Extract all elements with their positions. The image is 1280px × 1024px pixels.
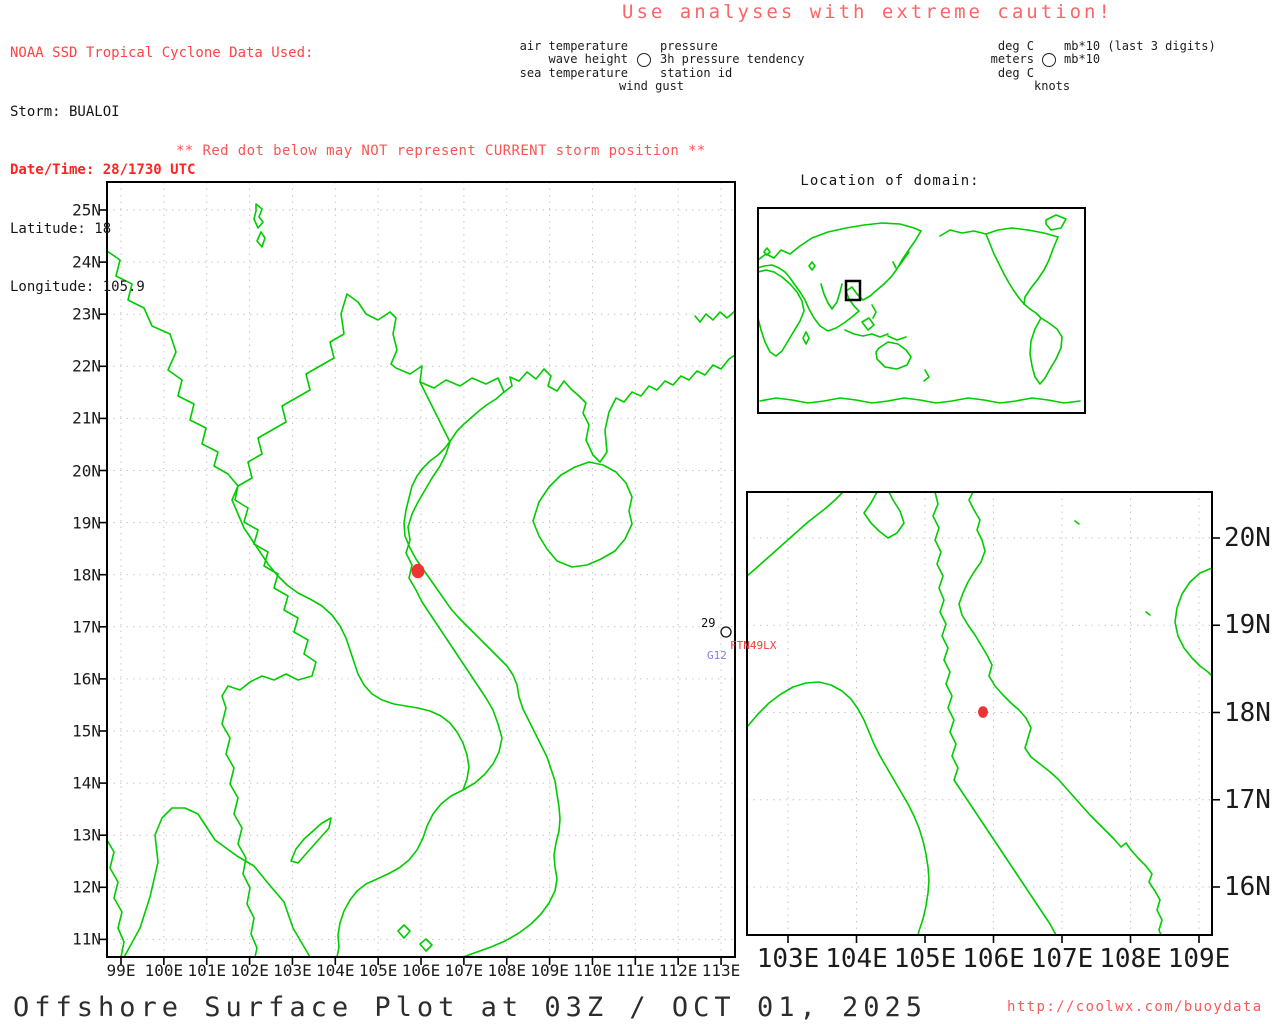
zoom-map-y-tick-label: 18N	[1224, 698, 1271, 728]
station-air-temperature-value: 29	[701, 616, 715, 630]
main-map-x-tick-label: 106E	[402, 961, 441, 980]
legend-sea-units: deg C	[988, 67, 1034, 80]
source-url[interactable]: http://coolwx.com/buoydata	[1007, 999, 1263, 1015]
main-map-y-tick-label: 20N	[72, 461, 101, 480]
zoom-map-x-tick-label: 103E	[757, 944, 820, 974]
noaa-data-line: NOAA SSD Tropical Cyclone Data Used:	[10, 44, 313, 64]
main-map-x-tick-label: 102E	[230, 961, 269, 980]
main-map-x-tick-label: 111E	[616, 961, 655, 980]
storm-latitude-line: Latitude: 18	[10, 220, 313, 240]
inset-map-title: Location of domain:	[800, 173, 979, 189]
main-map-y-tick-label: 18N	[72, 565, 101, 584]
main-map-x-tick-label: 113E	[702, 961, 741, 980]
main-map-x-tick-label: 110E	[573, 961, 612, 980]
legend-tendency-units: mb*10	[1064, 53, 1216, 67]
zoom-map-x-tick-label: 107E	[1031, 944, 1094, 974]
zoom-map-x-tick-label: 104E	[825, 944, 888, 974]
main-map-x-tick-label: 100E	[145, 961, 184, 980]
main-map-y-tick-label: 21N	[72, 409, 101, 428]
legend-gust-units-spacer	[1064, 67, 1216, 80]
main-map-x-tick-label: 99E	[107, 961, 136, 980]
main-map-x-tick-label: 107E	[445, 961, 484, 980]
main-map-x-tick-label: 103E	[273, 961, 312, 980]
main-map-x-tick-label: 101E	[187, 961, 226, 980]
station-circle-icon	[637, 53, 651, 67]
zoom-map-x-tick-label: 105E	[894, 944, 957, 974]
legend-wave-units: meters	[988, 53, 1034, 67]
zoom-map-y-tick-label: 17N	[1224, 785, 1271, 815]
legend-wave-height: wave height	[503, 53, 628, 67]
main-map-y-tick-label: 23N	[72, 305, 101, 324]
main-map-x-tick-label: 104E	[316, 961, 355, 980]
station-circle-icon	[1042, 53, 1056, 67]
storm-longitude-line: Longitude: 105.9	[10, 278, 313, 298]
legend-pressure-tendency: 3h pressure tendency	[660, 53, 805, 67]
main-map-x-tick-label: 108E	[487, 961, 526, 980]
main-map-x-tick-label: 105E	[359, 961, 398, 980]
zoom-map-y-tick-label: 20N	[1224, 523, 1271, 553]
zoom-map-x-tick-label: 106E	[962, 944, 1025, 974]
main-map-y-tick-label: 24N	[72, 253, 101, 272]
main-map-y-tick-label: 11N	[72, 930, 101, 949]
station-wind-gust-value: G12	[707, 649, 727, 662]
main-map-y-tick-label: 19N	[72, 513, 101, 532]
caution-banner: Use analyses with extreme caution!	[622, 1, 1113, 23]
station-id-value: FTN49LX	[730, 639, 776, 652]
main-map-y-tick-label: 12N	[72, 878, 101, 897]
storm-datetime-line: Date/Time: 28/1730 UTC	[10, 161, 313, 181]
station-plot-legend-units: deg C mb*10 (last 3 digits) meters mb*10…	[988, 40, 1216, 94]
legend-gust-units: knots	[988, 80, 1216, 93]
main-map-y-tick-label: 25N	[72, 201, 101, 220]
zoom-map-y-tick-label: 16N	[1224, 872, 1271, 902]
legend-sea-temperature: sea temperature	[503, 67, 628, 80]
station-plot-legend-labels: air temperature pressure wave height 3h …	[503, 40, 805, 94]
plot-title: Offshore Surface Plot at 03Z / OCT 01, 2…	[13, 992, 927, 1023]
legend-wind-gust: wind gust	[503, 80, 805, 93]
storm-position-warning: ** Red dot below may NOT represent CURRE…	[176, 143, 706, 159]
main-map-y-tick-label: 17N	[72, 617, 101, 636]
main-map-y-tick-label: 22N	[72, 357, 101, 376]
zoom-map-y-tick-label: 19N	[1224, 610, 1271, 640]
main-map-y-tick-label: 15N	[72, 722, 101, 741]
storm-name-line: Storm: BUALOI	[10, 103, 313, 123]
zoom-map-x-tick-label: 109E	[1168, 944, 1231, 974]
main-map-y-tick-label: 13N	[72, 826, 101, 845]
main-map-x-tick-label: 112E	[659, 961, 698, 980]
zoom-map-x-tick-label: 108E	[1099, 944, 1162, 974]
main-map-y-tick-label: 14N	[72, 774, 101, 793]
main-map-x-tick-label: 109E	[530, 961, 569, 980]
storm-info-block: NOAA SSD Tropical Cyclone Data Used: Sto…	[10, 5, 313, 317]
main-map-y-tick-label: 16N	[72, 669, 101, 688]
